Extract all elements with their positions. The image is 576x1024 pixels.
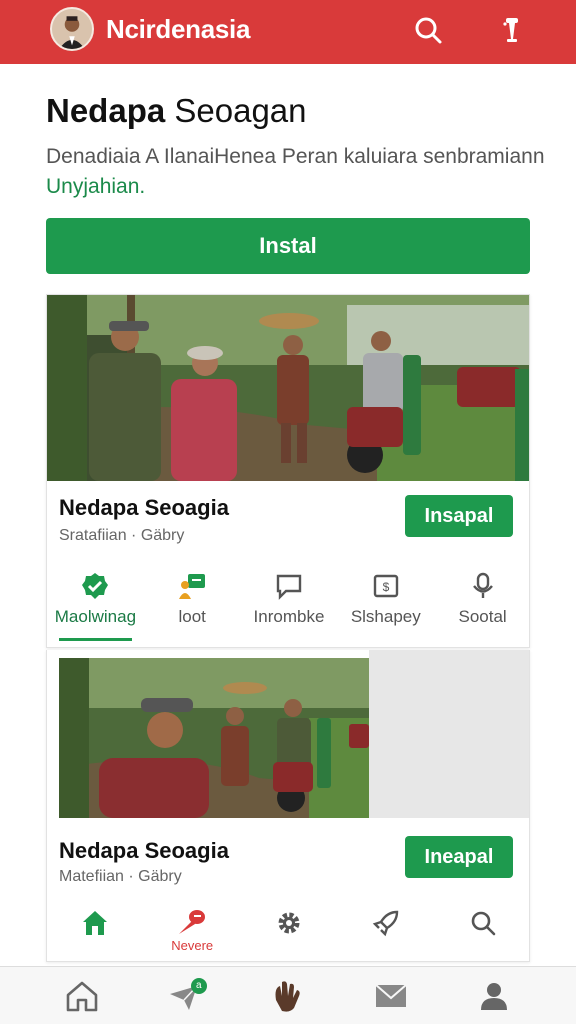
- top-app-bar: Ncirdenasia: [0, 0, 576, 64]
- message-icon: [276, 574, 302, 600]
- image-placeholder: [369, 650, 529, 818]
- card-subtitle: Sratafiian · Gäbry: [59, 527, 185, 544]
- verified-badge-icon: [82, 573, 109, 599]
- profile-icon: [481, 982, 508, 1010]
- tab-loot[interactable]: loot: [144, 561, 241, 647]
- nav-home[interactable]: [52, 972, 112, 1020]
- listing-card[interactable]: Nedapa Seoagia Matefiian · Gäbry Ineapal…: [46, 650, 530, 962]
- nav-profile[interactable]: [464, 972, 524, 1020]
- megaphone-icon: [179, 910, 206, 934]
- mail-icon: [375, 983, 407, 1007]
- card-mini-nav: Nevere: [47, 900, 529, 961]
- gear-icon: [278, 912, 300, 934]
- hand-icon: [275, 980, 300, 1012]
- description-link[interactable]: Unyjahian.: [46, 175, 145, 198]
- tab-maolwinag[interactable]: Maolwinag: [47, 561, 144, 647]
- dollar-frame-icon: $: [373, 574, 398, 598]
- install-button[interactable]: Instal: [46, 218, 530, 274]
- village-photo: [59, 658, 369, 818]
- chat-person-icon: [179, 574, 206, 599]
- nav-send[interactable]: a: [155, 972, 215, 1020]
- microphone-icon[interactable]: [494, 12, 530, 48]
- page-title: Nedapa Seoagan: [46, 92, 307, 130]
- tab-label: Maolwinag: [54, 607, 137, 626]
- tab-inrombke[interactable]: Inrombke: [241, 561, 338, 647]
- mini-nav-nevere[interactable]: Nevere: [144, 900, 241, 961]
- tab-label: loot: [178, 607, 206, 626]
- village-photo: [47, 295, 529, 481]
- page-title-rest: Seoagan: [165, 92, 307, 129]
- card-install-button[interactable]: Insapal: [405, 495, 513, 537]
- listing-card[interactable]: Nedapa Seoagia Sratafiian · Gäbry Insapa…: [46, 294, 530, 648]
- notification-badge: a: [190, 977, 207, 994]
- app-title: Ncirdenasia: [106, 14, 251, 44]
- nav-mail[interactable]: [361, 972, 421, 1020]
- svg-text:$: $: [382, 580, 389, 594]
- tab-sootal[interactable]: Sootal: [434, 561, 529, 647]
- tab-label: Slshapey: [350, 607, 421, 626]
- mini-nav-label: Nevere: [171, 938, 214, 953]
- card-tabs: Maolwinag loot Inrombke $ Slshapey Soota…: [47, 561, 529, 647]
- home-icon: [83, 911, 108, 935]
- avatar-image: [52, 9, 92, 49]
- tab-label: Inrombke: [253, 607, 325, 626]
- card-install-button[interactable]: Ineapal: [405, 836, 513, 878]
- bottom-navigation: a: [0, 966, 576, 1024]
- mini-nav-rocket[interactable]: [337, 900, 434, 961]
- search-icon: [471, 911, 495, 936]
- card-title: Nedapa Seoagia: [59, 495, 229, 520]
- rocket-icon: [372, 910, 398, 937]
- mini-nav-home[interactable]: [47, 900, 144, 961]
- tab-label: Sootal: [458, 607, 507, 626]
- mini-nav-search[interactable]: [434, 900, 529, 961]
- location-pin-icon: [472, 572, 493, 598]
- tab-slshapey[interactable]: $ Slshapey: [337, 561, 434, 647]
- avatar[interactable]: [50, 7, 94, 51]
- mini-nav-settings[interactable]: [241, 900, 338, 961]
- search-icon[interactable]: [410, 12, 446, 48]
- home-icon: [66, 981, 97, 1011]
- page-title-bold: Nedapa: [46, 92, 166, 129]
- nav-hand[interactable]: [258, 972, 318, 1020]
- card-subtitle: Matefiian · Gäbry: [59, 868, 182, 885]
- page-description: Denadiaia A IlanaiHenea Peran kaluiara s…: [46, 142, 546, 202]
- description-text: Denadiaia A IlanaiHenea Peran kaluiara s…: [46, 145, 545, 168]
- card-title: Nedapa Seoagia: [59, 838, 229, 863]
